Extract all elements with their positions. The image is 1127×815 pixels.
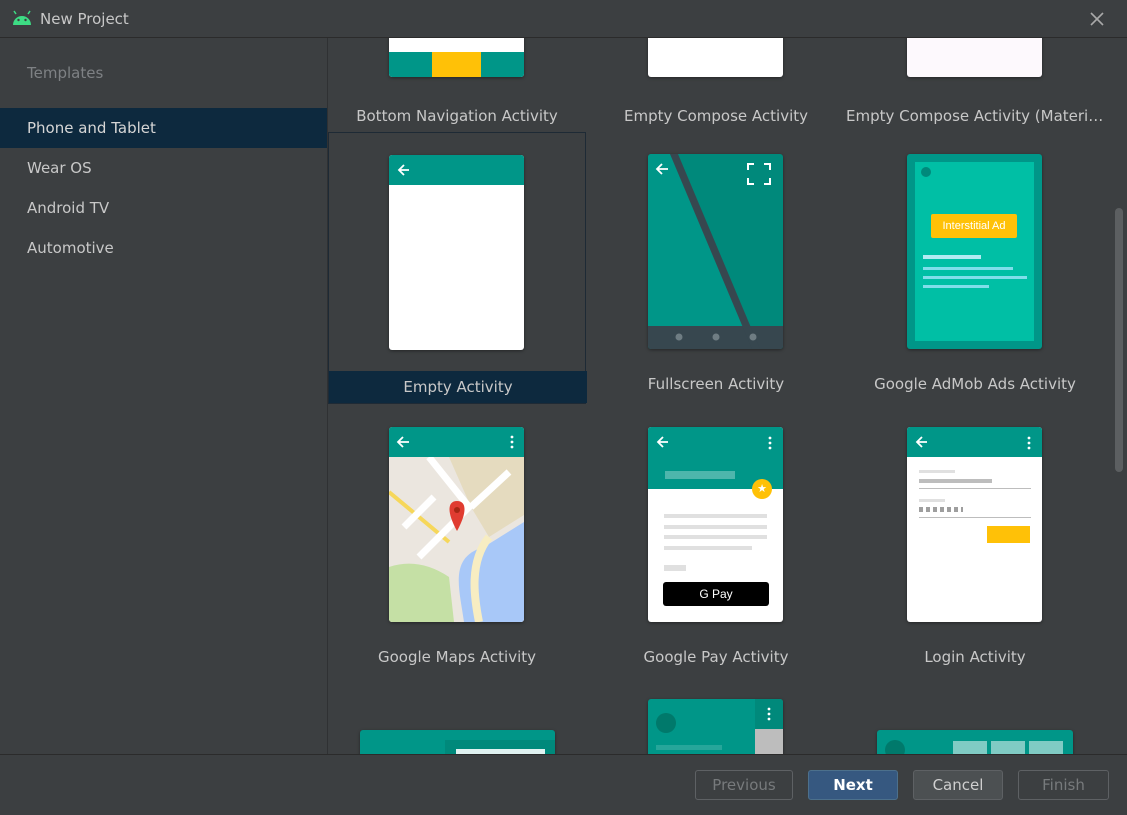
- back-arrow-icon: [915, 436, 927, 448]
- sidebar-item-phone-and-tablet[interactable]: Phone and Tablet: [0, 108, 327, 148]
- template-row3-middle[interactable]: [587, 678, 845, 754]
- window-title: New Project: [40, 10, 129, 28]
- finish-button[interactable]: Finish: [1018, 770, 1109, 800]
- template-fullscreen-activity[interactable]: Fullscreen Activity: [587, 132, 845, 404]
- google-pay-preview: ★ G Pay: [648, 427, 783, 622]
- android-logo-icon: [13, 10, 31, 25]
- login-preview: [907, 427, 1042, 622]
- scrollbar-thumb[interactable]: [1115, 208, 1123, 472]
- template-row3-left[interactable]: [328, 678, 586, 754]
- more-vert-icon: [1027, 436, 1031, 450]
- interstitial-ad-badge: Interstitial Ad: [931, 214, 1017, 238]
- title-bar: New Project: [0, 0, 1127, 38]
- template-label: Empty Activity: [329, 371, 587, 403]
- template-google-admob-ads-activity[interactable]: Interstitial Ad Google AdMob Ads Activit…: [846, 132, 1104, 404]
- row3-middle-preview: [648, 699, 783, 754]
- google-pay-button: G Pay: [663, 582, 769, 606]
- template-google-pay-activity[interactable]: ★ G Pay Google Pay Activity: [587, 405, 845, 677]
- template-label: Empty Compose Activity (Material...: [846, 107, 1104, 125]
- back-arrow-icon: [397, 164, 409, 176]
- next-button[interactable]: Next: [808, 770, 898, 800]
- close-icon[interactable]: [1088, 10, 1106, 28]
- star-icon: ★: [752, 479, 772, 499]
- template-label: Google AdMob Ads Activity: [874, 375, 1076, 393]
- sidebar-item-android-tv[interactable]: Android TV: [0, 188, 327, 228]
- template-label: Google Pay Activity: [643, 648, 789, 666]
- row3-left-preview: [360, 730, 555, 754]
- fullscreen-illustration: [648, 154, 783, 349]
- row3-right-preview: [877, 730, 1073, 754]
- template-grid: Bottom Navigation Activity Empty Compose…: [328, 38, 1114, 754]
- sidebar-item-automotive[interactable]: Automotive: [0, 228, 327, 268]
- template-label: Fullscreen Activity: [647, 375, 785, 393]
- dialog-footer: Previous Next Cancel Finish: [0, 754, 1127, 815]
- back-arrow-icon: [656, 436, 668, 448]
- empty-compose-material-preview: [907, 38, 1042, 77]
- more-vert-icon: [768, 436, 772, 450]
- template-google-maps-activity[interactable]: Google Maps Activity: [328, 405, 586, 677]
- map-illustration: [389, 427, 524, 622]
- previous-button[interactable]: Previous: [695, 770, 793, 800]
- bottom-navigation-preview: [389, 38, 524, 77]
- template-row3-right[interactable]: [846, 678, 1104, 754]
- sidebar-item-wear-os[interactable]: Wear OS: [0, 148, 327, 188]
- template-grid-scrollbar[interactable]: [1114, 38, 1127, 754]
- template-label: Bottom Navigation Activity: [356, 107, 558, 125]
- template-empty-activity[interactable]: Empty Activity: [328, 132, 587, 404]
- template-label: Google Maps Activity: [378, 648, 536, 666]
- template-login-activity[interactable]: Login Activity: [846, 405, 1104, 677]
- more-vert-icon: [767, 707, 771, 721]
- empty-activity-preview: [389, 155, 524, 350]
- template-label: Login Activity: [924, 648, 1026, 666]
- maps-preview: [389, 427, 524, 622]
- template-label: Empty Compose Activity: [623, 107, 808, 125]
- admob-preview: Interstitial Ad: [907, 154, 1042, 349]
- sidebar-header: Templates: [27, 64, 104, 82]
- cancel-button[interactable]: Cancel: [913, 770, 1003, 800]
- template-category-sidebar: Templates Phone and Tablet Wear OS Andro…: [0, 38, 328, 754]
- fullscreen-preview: [648, 154, 783, 349]
- empty-compose-preview: [648, 38, 783, 77]
